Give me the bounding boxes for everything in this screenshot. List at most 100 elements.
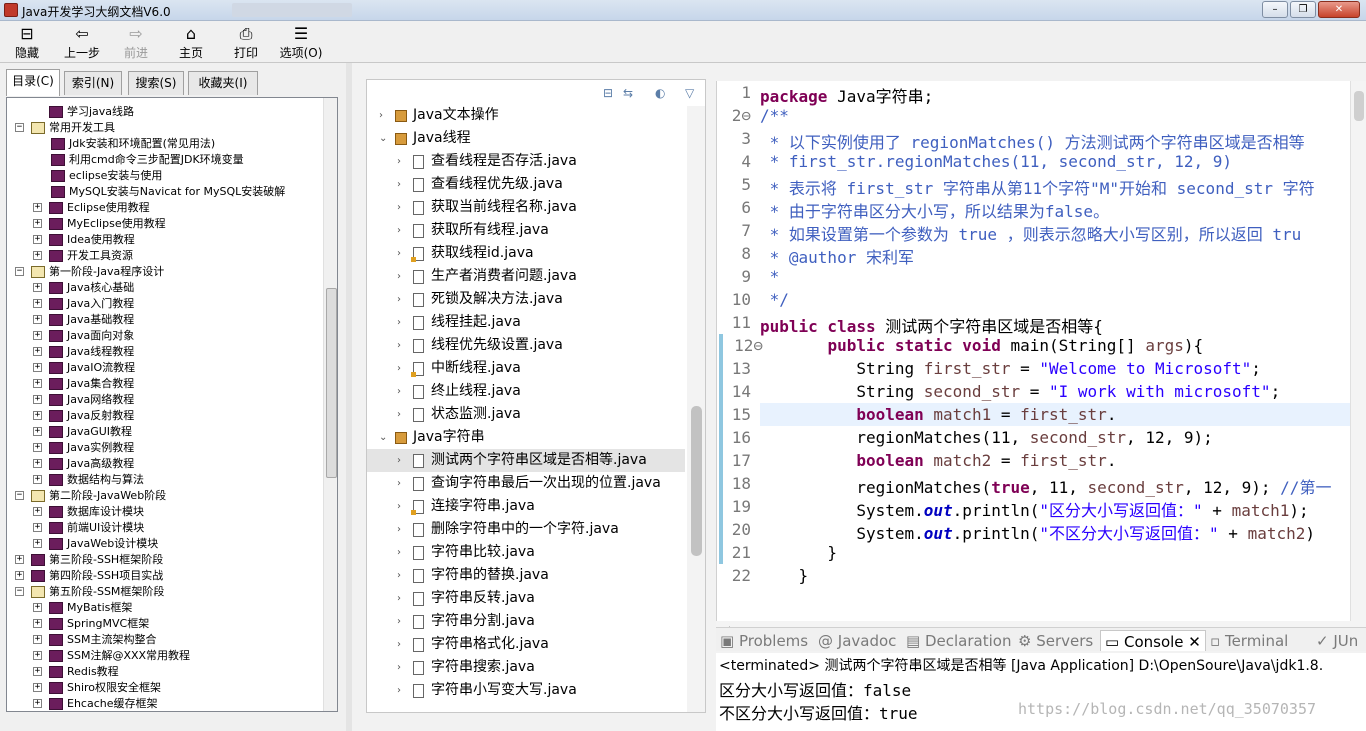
editor-vertical-scrollbar[interactable]: [1350, 81, 1366, 621]
expand-icon[interactable]: +: [33, 203, 42, 212]
package-explorer-scrollbar-thumb[interactable]: [691, 406, 702, 556]
toc-item[interactable]: + SpringMVC框架: [7, 616, 337, 632]
toc-item[interactable]: eclipse安装与使用: [7, 168, 337, 184]
options-button[interactable]: ☰ 选项(O): [276, 24, 326, 61]
back-button[interactable]: ⇦ 上一步: [57, 24, 107, 61]
package-item[interactable]: › Java文本操作: [367, 104, 685, 127]
expand-icon[interactable]: +: [33, 251, 42, 260]
code-line[interactable]: public class 测试两个字符串区域是否相等{: [760, 313, 1103, 337]
tree-arrow-icon[interactable]: ›: [397, 610, 407, 633]
code-line[interactable]: * 由于字符串区分大小写，所以结果为false。: [760, 198, 1109, 222]
tree-arrow-icon[interactable]: ›: [397, 311, 407, 334]
java-file-item[interactable]: › 获取所有线程.java: [367, 219, 685, 242]
java-file-item[interactable]: › 字符串搜索.java: [367, 656, 685, 679]
forward-button[interactable]: ⇨ 前进: [111, 24, 161, 61]
java-file-item[interactable]: › 连接字符串.java: [367, 495, 685, 518]
toc-item[interactable]: − 第二阶段-JavaWeb阶段: [7, 488, 337, 504]
toc-item[interactable]: − 第五阶段-SSM框架阶段: [7, 584, 337, 600]
expand-icon[interactable]: +: [33, 235, 42, 244]
toc-item[interactable]: MySQL安装与Navicat for MySQL安装破解: [7, 184, 337, 200]
java-file-item[interactable]: › 死锁及解决方法.java: [367, 288, 685, 311]
toc-item[interactable]: + 第三阶段-SSH框架阶段: [7, 552, 337, 568]
collapse-icon[interactable]: −: [15, 123, 24, 132]
tree-arrow-icon[interactable]: ›: [397, 150, 407, 173]
expand-icon[interactable]: +: [33, 475, 42, 484]
expand-icon[interactable]: +: [33, 283, 42, 292]
tree-arrow-icon[interactable]: ›: [397, 679, 407, 702]
expand-icon[interactable]: +: [33, 603, 42, 612]
tree-arrow-icon[interactable]: ›: [397, 656, 407, 679]
expand-icon[interactable]: +: [33, 219, 42, 228]
toc-item[interactable]: + Java入门教程: [7, 296, 337, 312]
toc-item[interactable]: + Java高级教程: [7, 456, 337, 472]
tab-favorites[interactable]: 收藏夹(I): [188, 71, 258, 95]
tab-contents[interactable]: 目录(C): [6, 69, 60, 96]
tab-index[interactable]: 索引(N): [64, 71, 122, 95]
collapse-all-icon[interactable]: ⊟: [603, 86, 613, 100]
code-line[interactable]: */: [760, 290, 789, 309]
java-file-item[interactable]: › 中断线程.java: [367, 357, 685, 380]
code-line[interactable]: System.out.println("不区分大小写返回值：" + match2…: [760, 520, 1315, 544]
tree-arrow-icon[interactable]: ›: [397, 403, 407, 426]
hide-button[interactable]: ⊟ 隐藏: [2, 24, 52, 61]
collapse-icon[interactable]: −: [15, 491, 24, 500]
java-file-item[interactable]: › 字符串分割.java: [367, 610, 685, 633]
toc-item[interactable]: + 第四阶段-SSH项目实战: [7, 568, 337, 584]
expand-icon[interactable]: +: [33, 315, 42, 324]
toc-item[interactable]: + Java核心基础: [7, 280, 337, 296]
expand-icon[interactable]: +: [33, 427, 42, 436]
expand-icon[interactable]: +: [33, 683, 42, 692]
collapse-icon[interactable]: −: [15, 267, 24, 276]
tree-arrow-icon[interactable]: ›: [397, 219, 407, 242]
toc-item[interactable]: + Java反射教程: [7, 408, 337, 424]
toc-item[interactable]: + Ehcache缓存框架: [7, 696, 337, 711]
toc-item[interactable]: + SSM主流架构整合: [7, 632, 337, 648]
expand-icon[interactable]: +: [33, 331, 42, 340]
java-file-item[interactable]: › 删除字符串中的一个字符.java: [367, 518, 685, 541]
restore-button[interactable]: ❐: [1290, 1, 1316, 18]
tree-arrow-icon[interactable]: ›: [397, 173, 407, 196]
toc-item[interactable]: + JavaGUI教程: [7, 424, 337, 440]
expand-icon[interactable]: +: [33, 443, 42, 452]
java-file-item[interactable]: › 字符串反转.java: [367, 587, 685, 610]
tab-problems[interactable]: ▣ Problems: [720, 630, 808, 651]
code-line[interactable]: boolean match1 = first_str.: [760, 405, 1116, 424]
toc-item[interactable]: + Java面向对象: [7, 328, 337, 344]
tab-console[interactable]: ▭ Console ✕: [1100, 630, 1206, 651]
print-button[interactable]: ⎙ 打印: [221, 24, 271, 61]
expand-icon[interactable]: +: [33, 347, 42, 356]
editor-scrollbar-thumb[interactable]: [1354, 91, 1364, 121]
link-editor-icon[interactable]: ⇆: [623, 86, 633, 100]
code-line[interactable]: * 如果设置第一个参数为 true ，则表示忽略大小写区别，所以返回 tru: [760, 221, 1302, 245]
package-item[interactable]: ⌄ Java字符串: [367, 426, 685, 449]
tab-declaration[interactable]: ▤ Declaration: [906, 630, 1011, 651]
code-line[interactable]: String first_str = "Welcome to Microsoft…: [760, 359, 1261, 378]
toc-item[interactable]: + Java集合教程: [7, 376, 337, 392]
code-line[interactable]: String second_str = "I work with microso…: [760, 382, 1280, 401]
tree-arrow-icon[interactable]: ›: [397, 380, 407, 403]
expand-icon[interactable]: +: [15, 571, 24, 580]
tree-arrow-icon[interactable]: ›: [397, 334, 407, 357]
focus-icon[interactable]: ◐: [655, 86, 665, 100]
tree-arrow-icon[interactable]: ›: [397, 265, 407, 288]
tree-arrow-icon[interactable]: ›: [397, 587, 407, 610]
expand-icon[interactable]: +: [33, 651, 42, 660]
expand-icon[interactable]: +: [15, 555, 24, 564]
tree-arrow-icon[interactable]: ›: [379, 104, 389, 127]
console-view[interactable]: <terminated> 测试两个字符串区域是否相等 [Java Applica…: [716, 653, 1366, 731]
expand-icon[interactable]: +: [33, 507, 42, 516]
tree-arrow-icon[interactable]: ›: [397, 633, 407, 656]
java-file-item[interactable]: › 线程挂起.java: [367, 311, 685, 334]
java-file-item[interactable]: › 获取线程id.java: [367, 242, 685, 265]
toc-item[interactable]: + MyBatis框架: [7, 600, 337, 616]
tab-javadoc[interactable]: @ Javadoc: [818, 630, 896, 651]
expand-icon[interactable]: +: [33, 395, 42, 404]
home-button[interactable]: ⌂ 主页: [166, 24, 216, 61]
expand-icon[interactable]: +: [33, 299, 42, 308]
tree-arrow-icon[interactable]: ⌄: [379, 426, 389, 449]
tree-arrow-icon[interactable]: ›: [397, 288, 407, 311]
expand-icon[interactable]: +: [33, 379, 42, 388]
toc-item[interactable]: + Idea使用教程: [7, 232, 337, 248]
tree-arrow-icon[interactable]: ›: [397, 564, 407, 587]
expand-icon[interactable]: +: [33, 619, 42, 628]
